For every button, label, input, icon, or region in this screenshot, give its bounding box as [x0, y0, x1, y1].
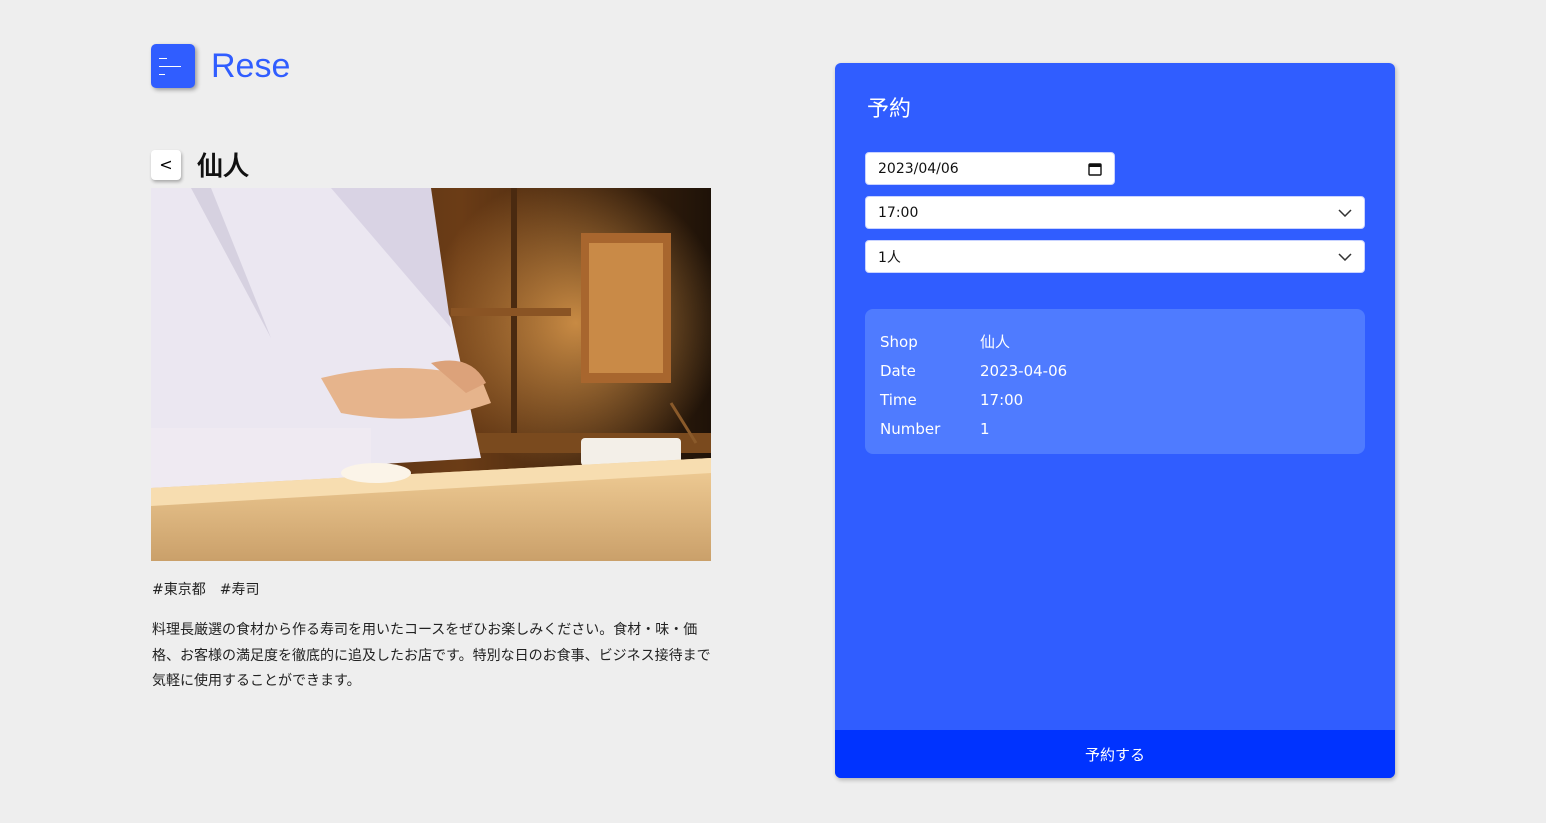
back-button[interactable]: <	[151, 149, 181, 180]
menu-icon-line	[159, 66, 181, 67]
logo-text: Rese	[211, 46, 291, 85]
tag-area: #東京都	[152, 582, 206, 598]
tag-genre: #寿司	[219, 582, 260, 598]
chevron-down-icon	[1338, 252, 1352, 261]
summary-row-number: Number 1	[880, 414, 1350, 443]
shop-header: < 仙人	[151, 146, 249, 183]
reservation-summary: Shop 仙人 Date 2023-04-06 Time 17:00 Numbe…	[865, 309, 1365, 454]
menu-button[interactable]	[151, 44, 195, 88]
summary-label: Shop	[880, 332, 918, 351]
shop-description: 料理長厳選の食材から作る寿司を用いたコースをぜひお楽しみください。食材・味・価格…	[152, 622, 711, 689]
reservation-panel: 予約 2023/04/06 17:00 1人 Shop 仙人 Date 2023…	[835, 63, 1395, 778]
summary-value: 17:00	[980, 390, 1024, 409]
logo: Rese	[151, 44, 290, 88]
summary-value: 仙人	[980, 333, 1011, 351]
summary-row-time: Time 17:00	[880, 385, 1350, 414]
date-input[interactable]: 2023/04/06	[865, 152, 1115, 185]
summary-label: Number	[880, 419, 941, 438]
time-select[interactable]: 17:00	[865, 196, 1365, 229]
chevron-down-icon	[1338, 208, 1352, 217]
menu-icon-line	[159, 74, 165, 75]
reserve-button[interactable]: 予約する	[835, 730, 1395, 778]
summary-row-shop: Shop 仙人	[880, 327, 1350, 356]
time-value: 17:00	[878, 204, 919, 221]
summary-value: 2023-04-06	[980, 361, 1068, 380]
reservation-title: 予約	[867, 97, 912, 122]
menu-icon	[159, 58, 167, 59]
date-value: 2023/04/06	[878, 160, 959, 177]
calendar-icon[interactable]	[1088, 162, 1102, 176]
number-select[interactable]: 1人	[865, 240, 1365, 273]
summary-label: Date	[880, 361, 916, 380]
shop-tags: #東京都 #寿司	[152, 579, 259, 599]
summary-row-date: Date 2023-04-06	[880, 356, 1350, 385]
shop-image	[151, 188, 711, 561]
shop-name: 仙人	[197, 152, 250, 182]
summary-value: 1	[980, 419, 990, 438]
number-value: 1人	[878, 249, 901, 266]
summary-label: Time	[880, 390, 917, 409]
